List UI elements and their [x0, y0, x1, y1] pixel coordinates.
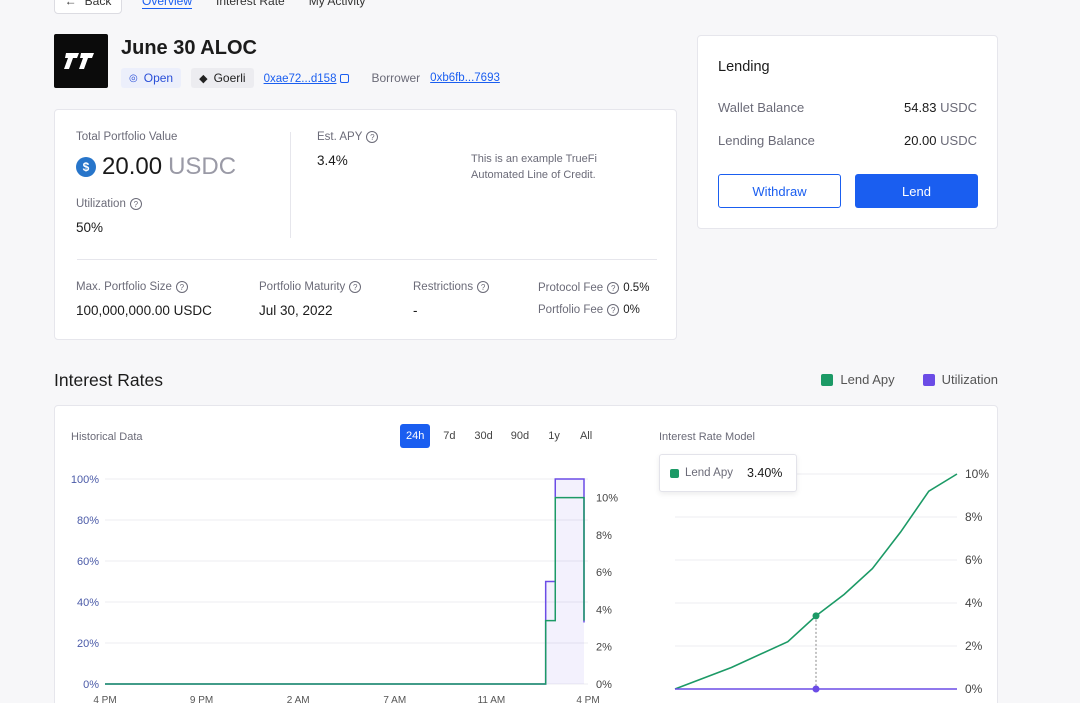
truefi-logo-icon: [54, 34, 108, 88]
maturity-label: Portfolio Maturity ?: [259, 281, 362, 293]
help-icon[interactable]: ?: [129, 198, 142, 210]
portfolio-summary-card: Total Portfolio Value $ 20.00 USDC Utili…: [54, 109, 677, 340]
series-area-utilization: [105, 479, 584, 684]
help-icon[interactable]: ?: [477, 281, 490, 293]
legend-swatch: [922, 373, 935, 386]
y-tick-label-right: 8%: [965, 510, 983, 524]
portfolio-fee-row: Portfolio Fee ? 0%: [538, 304, 640, 316]
usdc-icon: $: [76, 157, 96, 177]
y-tick-label-right: 8%: [596, 530, 612, 542]
help-icon[interactable]: ?: [175, 281, 188, 293]
arrow-left-icon: ←: [64, 0, 77, 8]
marker-point-lend-apy: [812, 612, 820, 620]
y-tick-label-right: 4%: [596, 604, 612, 616]
tab-interest-rate[interactable]: Interest Rate: [204, 0, 297, 14]
interest-model-chart: 0% 2% 4% 6% 8% 10%: [674, 467, 989, 696]
wallet-balance-row: Wallet Balance 54.83 USDC: [718, 100, 977, 115]
tab-overview[interactable]: Overview: [130, 0, 204, 14]
divider: [77, 259, 657, 260]
y-tick-label-left: 100%: [71, 474, 99, 486]
top-nav: ← Back Overview Interest Rate My Activit…: [54, 0, 377, 14]
borrower-address-link[interactable]: 0xb6fb...7693: [430, 72, 500, 84]
page-title: June 30 ALOC: [121, 37, 257, 59]
lending-title: Lending: [718, 59, 770, 75]
divider: [290, 132, 291, 238]
legend-utilization: Utilization: [922, 372, 998, 387]
interest-rates-title: Interest Rates: [54, 370, 163, 390]
interest-chart-card: Historical Data 24h 7d 30d 90d 1y All In…: [54, 405, 998, 703]
est-apy-value: 3.4%: [317, 153, 348, 168]
y-tick-label-right: 6%: [965, 553, 983, 567]
total-portfolio-label: Total Portfolio Value: [76, 131, 178, 143]
maturity-value: Jul 30, 2022: [259, 303, 333, 318]
chart-tooltip: Lend Apy 3.40%: [659, 454, 797, 492]
x-tick-label: 9 PM: [190, 695, 213, 703]
tooltip-swatch: [670, 468, 679, 478]
x-tick-label: 7 AM: [383, 695, 406, 703]
legend-swatch: [821, 373, 834, 386]
y-tick-label-right: 10%: [596, 493, 618, 505]
total-portfolio-value: $ 20.00 USDC: [76, 153, 236, 181]
max-size-value: 100,000,000.00 USDC: [76, 303, 212, 318]
utilization-value: 50%: [76, 220, 104, 235]
y-tick-label-right: 0%: [965, 682, 983, 696]
y-tick-label-left: 80%: [77, 515, 99, 527]
y-tick-label-right: 2%: [965, 639, 983, 653]
help-icon[interactable]: ?: [607, 304, 620, 316]
status-badge: ◎ Open: [121, 68, 182, 88]
restrictions-value: -: [413, 303, 418, 318]
y-tick-label-right: 0%: [596, 679, 612, 691]
help-icon[interactable]: ?: [366, 131, 379, 143]
copy-icon[interactable]: [340, 74, 350, 83]
legend-lend-apy: Lend Apy: [821, 372, 895, 387]
open-status-icon: ◎: [129, 72, 138, 84]
x-tick-label: 4 PM: [576, 695, 599, 703]
y-tick-label-left: 60%: [77, 556, 99, 568]
withdraw-button[interactable]: Withdraw: [718, 174, 841, 208]
max-size-label: Max. Portfolio Size ?: [76, 281, 188, 293]
y-tick-label-left: 40%: [77, 597, 99, 609]
help-icon[interactable]: ?: [607, 282, 620, 294]
chart-legend: Lend Apy Utilization: [821, 372, 998, 387]
ethereum-icon: ◆: [199, 72, 208, 85]
x-tick-label: 11 AM: [478, 695, 506, 703]
series-line-utilization: [105, 478, 585, 685]
y-tick-label-left: 20%: [77, 638, 99, 650]
lending-balance-row: Lending Balance 20.00 USDC: [718, 133, 977, 148]
y-tick-label-right: 10%: [965, 467, 989, 481]
lending-card: Lending Wallet Balance 54.83 USDC Lendin…: [697, 35, 998, 229]
back-button[interactable]: ← Back: [54, 0, 122, 14]
protocol-fee-row: Protocol Fee ? 0.5%: [538, 282, 650, 294]
utilization-label: Utilization ?: [76, 198, 142, 210]
help-icon[interactable]: ?: [349, 281, 362, 293]
borrower-label: Borrower: [371, 71, 421, 85]
header-meta: ◎ Open ◆ Goerli 0xae72...d158 Borrower 0…: [121, 68, 500, 88]
y-tick-label-right: 6%: [596, 567, 612, 579]
series-line-lend-apy: [105, 496, 585, 685]
x-tick-label: 4 PM: [93, 695, 116, 703]
y-tick-label-right: 4%: [965, 596, 983, 610]
y-tick-label-left: 0%: [83, 679, 99, 691]
historical-chart: 0% 20% 40% 60% 80% 100% 0% 2% 4% 6% 8% 10% 4 PM 9 PM 2…: [71, 474, 618, 703]
lend-button[interactable]: Lend: [855, 174, 978, 208]
restrictions-label: Restrictions ?: [413, 281, 490, 293]
tab-my-activity[interactable]: My Activity: [297, 0, 378, 14]
back-label: Back: [84, 0, 112, 8]
x-tick-label: 2 AM: [287, 695, 310, 703]
portfolio-address-link[interactable]: 0xae72...d158: [264, 71, 350, 85]
example-note: This is an example TrueFi Automated Line…: [471, 153, 597, 181]
est-apy-label: Est. APY ?: [317, 131, 379, 143]
network-badge: ◆ Goerli: [191, 68, 254, 88]
marker-point-utilization: [812, 685, 820, 693]
y-tick-label-right: 2%: [596, 642, 612, 654]
